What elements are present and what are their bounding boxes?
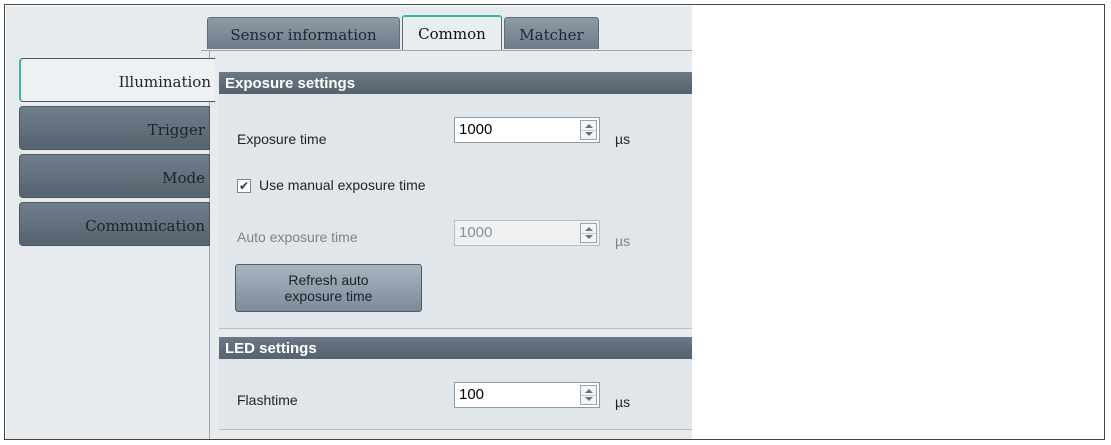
- nav-item-label: Mode: [162, 169, 205, 187]
- stepper-down-icon: [585, 235, 593, 239]
- stepper-divider: [581, 233, 596, 234]
- manual-exposure-checkbox[interactable]: ✔: [237, 179, 251, 193]
- nav-item-mode[interactable]: Mode: [19, 154, 210, 198]
- exposure-time-spinbox[interactable]: 1000: [454, 117, 600, 143]
- refresh-button-line2: exposure time: [284, 288, 373, 304]
- stepper-up-icon[interactable]: [585, 389, 593, 393]
- auto-exposure-value: 1000: [459, 224, 493, 241]
- tab-common[interactable]: Common: [402, 15, 502, 51]
- stepper-down-icon[interactable]: [585, 397, 593, 401]
- stepper-up-icon[interactable]: [585, 124, 593, 128]
- flashtime-stepper[interactable]: [580, 385, 597, 405]
- settings-window: Sensor information Common Matcher Illumi…: [6, 6, 692, 439]
- exposure-time-unit: µs: [615, 131, 631, 147]
- auto-exposure-unit: µs: [615, 233, 631, 249]
- nav-item-label: Illumination: [118, 73, 211, 91]
- refresh-button-line1: Refresh auto: [288, 272, 369, 288]
- exposure-settings-header: Exposure settings: [219, 72, 692, 94]
- auto-exposure-stepper: [580, 223, 597, 243]
- auto-exposure-label: Auto exposure time: [237, 229, 358, 245]
- checkmark-icon: ✔: [238, 179, 250, 193]
- tab-label: Matcher: [519, 26, 584, 44]
- nav-item-label: Communication: [85, 217, 205, 235]
- exposure-time-value: 1000: [459, 121, 493, 138]
- led-settings-header: LED settings: [219, 337, 692, 359]
- flashtime-value: 100: [459, 386, 485, 403]
- stepper-up-icon: [585, 227, 593, 231]
- stepper-down-icon[interactable]: [585, 132, 593, 136]
- tab-bar-divider: [201, 50, 692, 51]
- tab-sensor-information[interactable]: Sensor information: [207, 17, 400, 49]
- nav-item-communication[interactable]: Communication: [19, 202, 210, 246]
- flashtime-spinbox[interactable]: 100: [454, 382, 600, 408]
- stepper-divider: [581, 130, 596, 131]
- exposure-time-label: Exposure time: [237, 131, 327, 147]
- tab-label: Sensor information: [230, 26, 377, 44]
- nav-item-illumination[interactable]: Illumination: [19, 58, 215, 102]
- tab-matcher[interactable]: Matcher: [504, 17, 599, 49]
- refresh-auto-exposure-button[interactable]: Refresh auto exposure time: [235, 264, 422, 312]
- exposure-time-stepper[interactable]: [580, 120, 597, 140]
- flashtime-label: Flashtime: [237, 392, 298, 408]
- nav-item-label: Trigger: [147, 121, 205, 139]
- manual-exposure-label: Use manual exposure time: [259, 177, 426, 193]
- auto-exposure-spinbox: 1000: [454, 220, 600, 246]
- nav-item-trigger[interactable]: Trigger: [19, 106, 210, 150]
- tab-label: Common: [418, 25, 486, 43]
- stepper-divider: [581, 395, 596, 396]
- flashtime-unit: µs: [615, 394, 631, 410]
